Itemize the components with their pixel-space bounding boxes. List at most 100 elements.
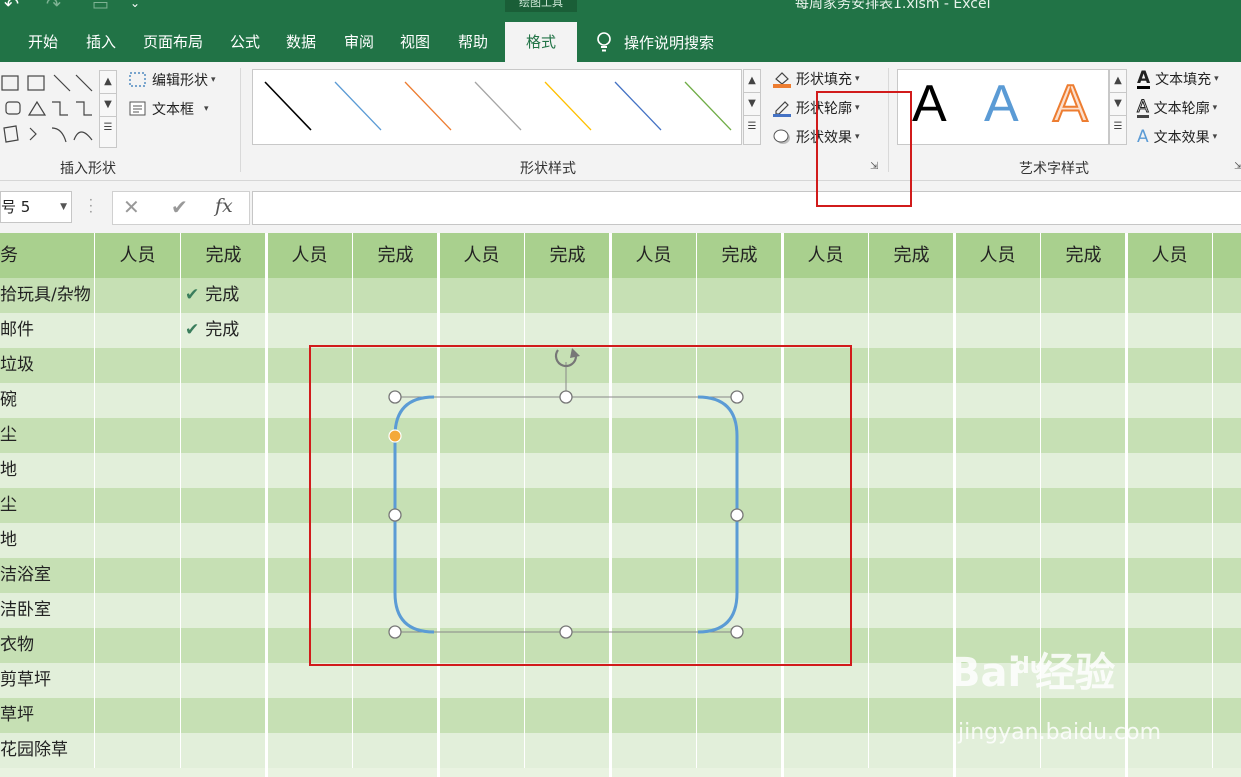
shapes-gallery[interactable] xyxy=(0,70,97,146)
empty-cell[interactable] xyxy=(697,733,783,768)
empty-cell[interactable] xyxy=(525,663,611,698)
text-fill-button[interactable]: A 文本填充 ▾ xyxy=(1137,69,1219,89)
scroll-up-icon[interactable]: ▲ xyxy=(1110,70,1126,93)
empty-cell[interactable] xyxy=(783,278,869,313)
empty-cell[interactable] xyxy=(1213,628,1241,663)
tab-data[interactable]: 数据 xyxy=(286,22,316,62)
wordart-scroll[interactable]: ▲ ▼ ☰ xyxy=(1109,69,1127,145)
empty-cell[interactable] xyxy=(1213,558,1241,593)
empty-cell[interactable] xyxy=(1041,418,1127,453)
empty-cell[interactable] xyxy=(95,383,181,418)
wordart-style-black[interactable]: A xyxy=(912,74,947,134)
empty-cell[interactable] xyxy=(869,523,955,558)
tab-formulas[interactable]: 公式 xyxy=(230,22,260,62)
empty-cell[interactable] xyxy=(181,453,267,488)
empty-cell[interactable] xyxy=(783,733,869,768)
empty-cell[interactable] xyxy=(181,348,267,383)
empty-cell[interactable] xyxy=(95,348,181,383)
empty-cell[interactable] xyxy=(267,313,353,348)
empty-cell[interactable] xyxy=(1127,523,1213,558)
form-icon[interactable]: ▭ xyxy=(92,0,109,15)
empty-cell[interactable] xyxy=(181,523,267,558)
enter-icon[interactable]: ✔ xyxy=(171,195,188,219)
task-cell[interactable]: 尘 xyxy=(0,488,95,523)
empty-cell[interactable] xyxy=(1041,488,1127,523)
empty-cell[interactable] xyxy=(95,733,181,768)
empty-cell[interactable] xyxy=(611,278,697,313)
task-cell[interactable]: 地 xyxy=(0,523,95,558)
empty-cell[interactable] xyxy=(1213,663,1241,698)
chevron-down-icon[interactable]: ▼ xyxy=(60,192,67,222)
empty-cell[interactable] xyxy=(1213,733,1241,768)
empty-cell[interactable] xyxy=(267,733,353,768)
task-cell[interactable]: 尘 xyxy=(0,418,95,453)
empty-cell[interactable] xyxy=(1127,663,1213,698)
empty-cell[interactable] xyxy=(181,558,267,593)
empty-cell[interactable] xyxy=(95,523,181,558)
tab-format[interactable]: 格式 xyxy=(505,22,577,62)
empty-cell[interactable] xyxy=(869,698,955,733)
empty-cell[interactable] xyxy=(439,663,525,698)
empty-cell[interactable] xyxy=(95,488,181,523)
header-cell-person[interactable]: 人员 xyxy=(95,233,181,278)
empty-cell[interactable] xyxy=(353,663,439,698)
empty-cell[interactable] xyxy=(869,488,955,523)
empty-cell[interactable] xyxy=(1041,278,1127,313)
empty-cell[interactable] xyxy=(1213,698,1241,733)
empty-cell[interactable] xyxy=(955,383,1041,418)
empty-cell[interactable] xyxy=(181,593,267,628)
empty-cell[interactable] xyxy=(439,278,525,313)
header-cell-done[interactable]: 完成 xyxy=(525,233,611,278)
empty-cell[interactable] xyxy=(95,663,181,698)
customize-qat-icon[interactable]: ⌄ xyxy=(130,0,140,10)
done-cell[interactable]: ✔ 完成 xyxy=(181,278,267,313)
task-cell[interactable]: 洁浴室 xyxy=(0,558,95,593)
empty-cell[interactable] xyxy=(955,278,1041,313)
empty-cell[interactable] xyxy=(439,733,525,768)
empty-cell[interactable] xyxy=(525,733,611,768)
empty-cell[interactable] xyxy=(697,278,783,313)
shape-style-swatch[interactable] xyxy=(684,81,732,131)
empty-cell[interactable] xyxy=(267,663,353,698)
task-cell[interactable]: 花园除草 xyxy=(0,733,95,768)
text-box-button[interactable]: 文本框 ▾ xyxy=(128,99,209,119)
empty-cell[interactable] xyxy=(869,733,955,768)
empty-cell[interactable] xyxy=(1213,488,1241,523)
empty-cell[interactable] xyxy=(1041,383,1127,418)
empty-cell[interactable] xyxy=(267,698,353,733)
empty-cell[interactable] xyxy=(869,313,955,348)
wordart-gallery[interactable]: A A A xyxy=(897,69,1109,145)
empty-cell[interactable] xyxy=(783,663,869,698)
empty-cell[interactable] xyxy=(783,313,869,348)
wordart-launcher-icon[interactable]: ⇲ xyxy=(1234,161,1241,172)
empty-cell[interactable] xyxy=(439,698,525,733)
empty-cell[interactable] xyxy=(353,278,439,313)
empty-cell[interactable] xyxy=(353,733,439,768)
empty-cell[interactable] xyxy=(95,453,181,488)
empty-cell[interactable] xyxy=(611,663,697,698)
empty-cell[interactable] xyxy=(1127,418,1213,453)
header-cell-done[interactable]: 完成 xyxy=(353,233,439,278)
done-cell[interactable]: ✔ 完成 xyxy=(181,313,267,348)
tab-page-layout[interactable]: 页面布局 xyxy=(143,22,203,62)
empty-cell[interactable] xyxy=(181,383,267,418)
empty-cell[interactable] xyxy=(181,733,267,768)
undo-icon[interactable]: ↶ xyxy=(4,0,19,15)
empty-cell[interactable] xyxy=(1127,453,1213,488)
empty-cell[interactable] xyxy=(95,418,181,453)
empty-cell[interactable] xyxy=(869,558,955,593)
empty-cell[interactable] xyxy=(869,628,955,663)
empty-cell[interactable] xyxy=(95,593,181,628)
header-cell-task[interactable]: 务 xyxy=(0,233,95,278)
empty-cell[interactable] xyxy=(1127,278,1213,313)
empty-cell[interactable] xyxy=(525,278,611,313)
empty-cell[interactable] xyxy=(955,558,1041,593)
empty-cell[interactable] xyxy=(1213,278,1241,313)
empty-cell[interactable] xyxy=(1127,628,1213,663)
empty-cell[interactable] xyxy=(1213,383,1241,418)
empty-cell[interactable] xyxy=(1041,313,1127,348)
task-cell[interactable]: 碗 xyxy=(0,383,95,418)
task-cell[interactable]: 垃圾 xyxy=(0,348,95,383)
shape-styles-gallery[interactable] xyxy=(252,69,742,145)
tell-me-search[interactable]: 操作说明搜索 xyxy=(596,22,714,62)
